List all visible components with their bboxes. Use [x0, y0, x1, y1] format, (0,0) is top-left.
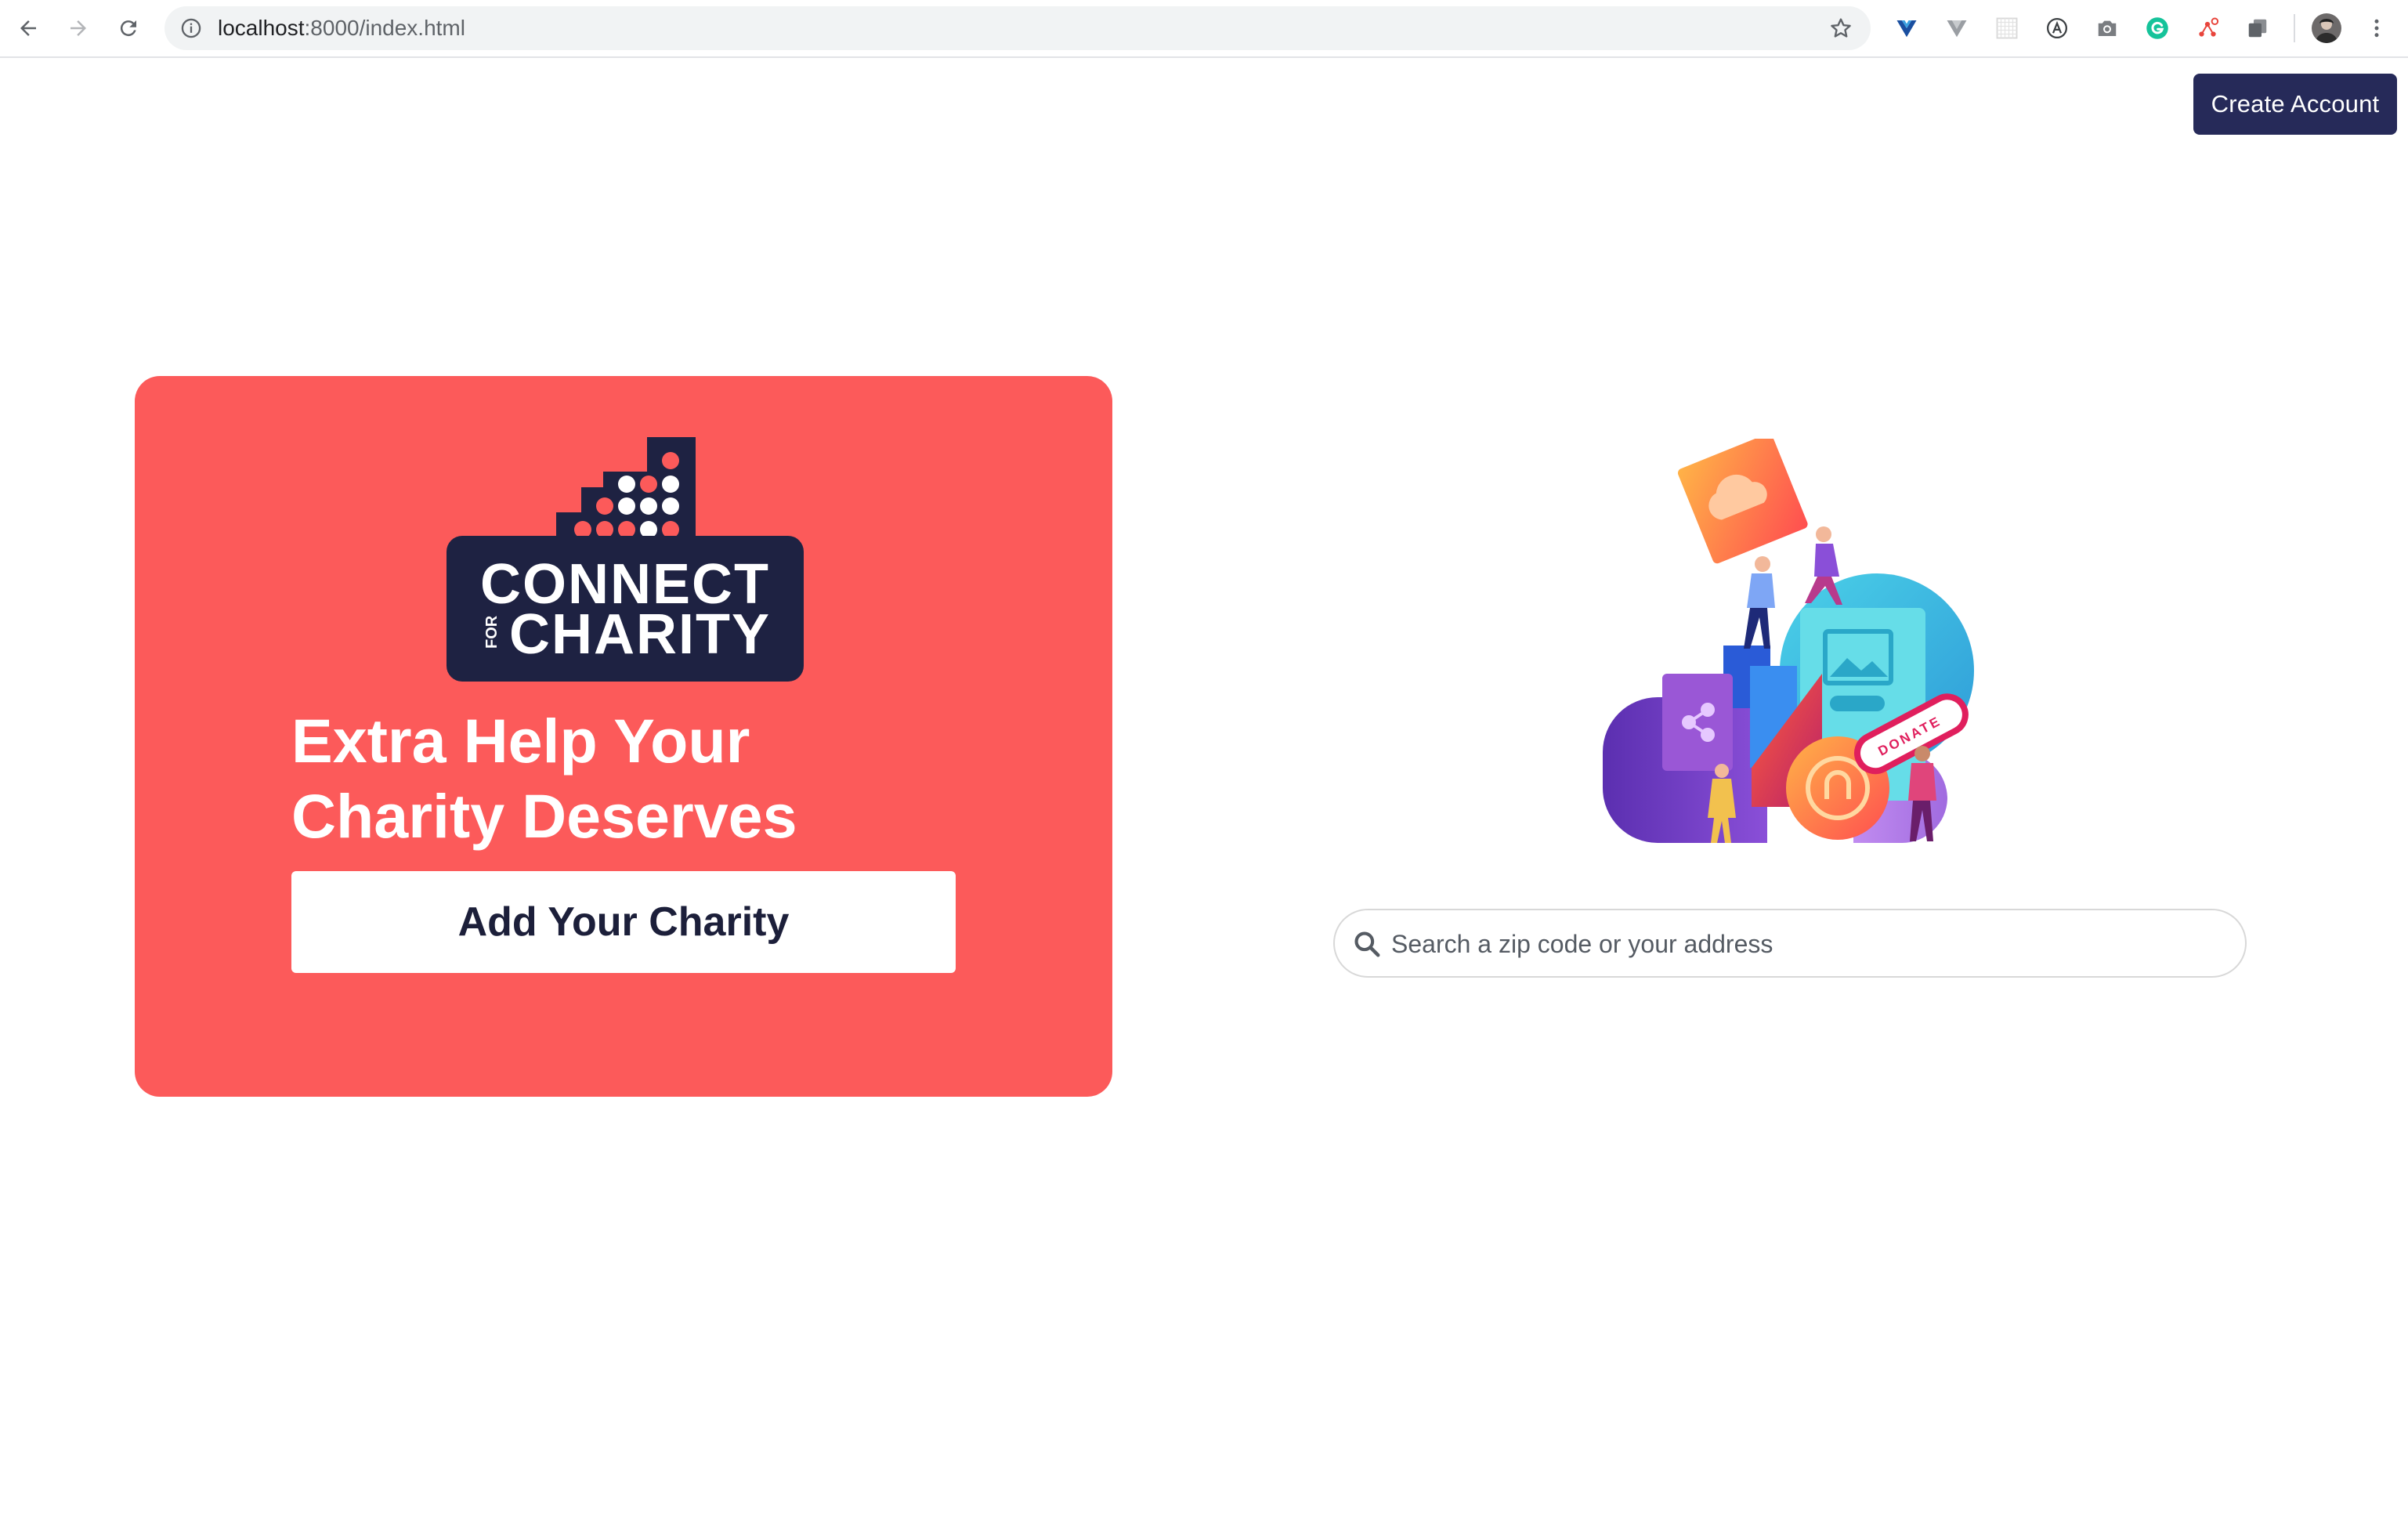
browser-toolbar: localhost:8000/index.html: [0, 0, 2408, 58]
tagline-line-1: Extra Help Your: [291, 706, 750, 776]
search-input[interactable]: [1390, 910, 2223, 978]
grammarly-icon[interactable]: [2140, 11, 2175, 45]
person-figure: [1744, 556, 1775, 649]
back-icon[interactable]: [11, 11, 45, 45]
info-icon[interactable]: [180, 17, 202, 39]
copy-extension-icon[interactable]: [2240, 11, 2275, 45]
profile-avatar-icon[interactable]: [2309, 11, 2344, 45]
camera-icon[interactable]: [2090, 11, 2124, 45]
address-search-field[interactable]: [1333, 909, 2247, 978]
forward-icon[interactable]: [61, 11, 96, 45]
url-text[interactable]: localhost:8000/index.html: [218, 6, 465, 50]
menu-kebab-icon[interactable]: [2359, 11, 2394, 45]
create-account-button[interactable]: Create Account: [2193, 74, 2397, 135]
network-extension-icon[interactable]: [2190, 11, 2225, 45]
toolbar-divider: [2294, 14, 2295, 42]
bookmark-star-icon[interactable]: [1828, 16, 1853, 41]
tagline-line-2: Charity Deserves: [291, 781, 797, 851]
add-your-charity-button[interactable]: Add Your Charity: [291, 871, 956, 973]
vue-devtools-icon[interactable]: [1889, 11, 1924, 45]
a-extension-icon[interactable]: [2040, 11, 2074, 45]
url-host: localhost: [218, 16, 305, 40]
hero-tagline: Extra Help Your Charity Deserves: [291, 703, 996, 854]
reload-icon[interactable]: [111, 11, 146, 45]
vuetify-icon[interactable]: [1940, 11, 1974, 45]
grid-extension-icon[interactable]: [1990, 11, 2024, 45]
search-icon: [1354, 931, 1380, 957]
connect-for-charity-logo: CONNECT FOR CHARITY: [447, 437, 804, 682]
logo-for-text: FOR: [483, 615, 501, 649]
url-path: :8000/index.html: [304, 16, 465, 40]
charity-illustration: DONATE: [1603, 439, 1974, 843]
address-bar[interactable]: localhost:8000/index.html: [165, 6, 1871, 50]
logo-charity-text: CHARITY: [509, 603, 771, 666]
hero-card: CONNECT FOR CHARITY Extra Help Your Char…: [135, 376, 1112, 1097]
